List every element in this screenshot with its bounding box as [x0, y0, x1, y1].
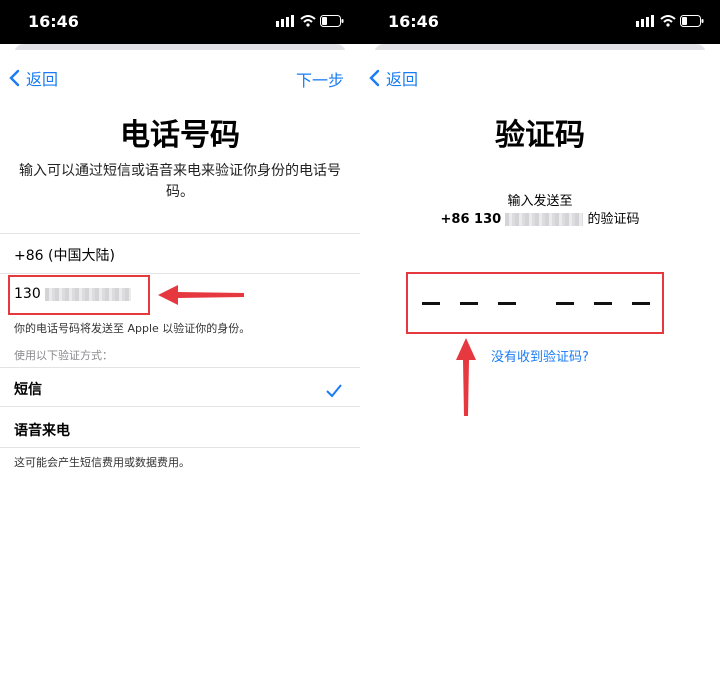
divider	[0, 367, 360, 368]
next-button[interactable]: 下一步	[296, 67, 344, 91]
phone-number-screen: 16:46 返回 下一步 电话号码 输入可以通过短信或语音来电来验证你身份的电话…	[0, 0, 360, 681]
chevron-left-icon	[9, 69, 20, 87]
signal-icon	[276, 15, 294, 27]
method-sms[interactable]: 短信	[14, 379, 42, 399]
divider	[0, 406, 360, 407]
method-voice-call[interactable]: 语音来电	[14, 420, 70, 440]
back-button[interactable]: 返回	[368, 66, 418, 90]
redacted-digits	[505, 213, 584, 226]
wifi-icon	[660, 15, 676, 27]
phone-note: 你的电话号码将发送至 Apple 以验证你的身份。	[14, 322, 251, 335]
country-selector[interactable]: +86 (中国大陆)	[14, 245, 115, 265]
page-description: 输入可以通过短信或语音来电来验证你身份的电话号码。	[19, 163, 341, 200]
annotation-arrow-left	[158, 285, 244, 305]
divider	[0, 233, 360, 234]
annotation-box	[8, 275, 150, 315]
status-bar: 16:46	[360, 0, 720, 44]
back-button[interactable]: 返回	[8, 66, 58, 90]
page-title: 验证码	[495, 118, 585, 153]
resend-code-link[interactable]: 没有收到验证码?	[360, 346, 720, 365]
divider	[0, 273, 360, 274]
chevron-left-icon	[369, 69, 380, 87]
status-time: 16:46	[388, 12, 439, 31]
sent-suffix: 的验证码	[587, 212, 640, 227]
annotation-arrow-up	[456, 338, 476, 416]
annotation-box	[406, 272, 664, 334]
sheet: 返回 验证码 输入发送至 +86 130 的验证码 没有收到验证码?	[360, 50, 720, 681]
battery-icon	[320, 15, 344, 27]
sent-number-line: +86 130 的验证码	[360, 208, 720, 227]
back-label: 返回	[26, 70, 59, 89]
sheet: 返回 下一步 电话号码 输入可以通过短信或语音来电来验证你身份的电话号码。 +8…	[0, 50, 360, 681]
method-header: 使用以下验证方式：	[14, 349, 113, 362]
verification-code-screen: 16:46 返回 验证码 输入发送至 +86 130 的验证码 没有收到验证码?	[360, 0, 720, 681]
checkmark-icon	[326, 384, 342, 398]
signal-icon	[636, 15, 654, 27]
sent-number-prefix: +86 130	[440, 212, 502, 227]
status-bar: 16:46	[0, 0, 360, 44]
sent-to-label: 输入发送至	[507, 194, 573, 209]
status-time: 16:46	[28, 12, 79, 31]
fee-note: 这可能会产生短信费用或数据费用。	[14, 456, 190, 469]
page-title: 电话号码	[120, 118, 240, 153]
wifi-icon	[300, 15, 316, 27]
back-label: 返回	[386, 70, 419, 89]
divider	[0, 447, 360, 448]
battery-icon	[680, 15, 704, 27]
